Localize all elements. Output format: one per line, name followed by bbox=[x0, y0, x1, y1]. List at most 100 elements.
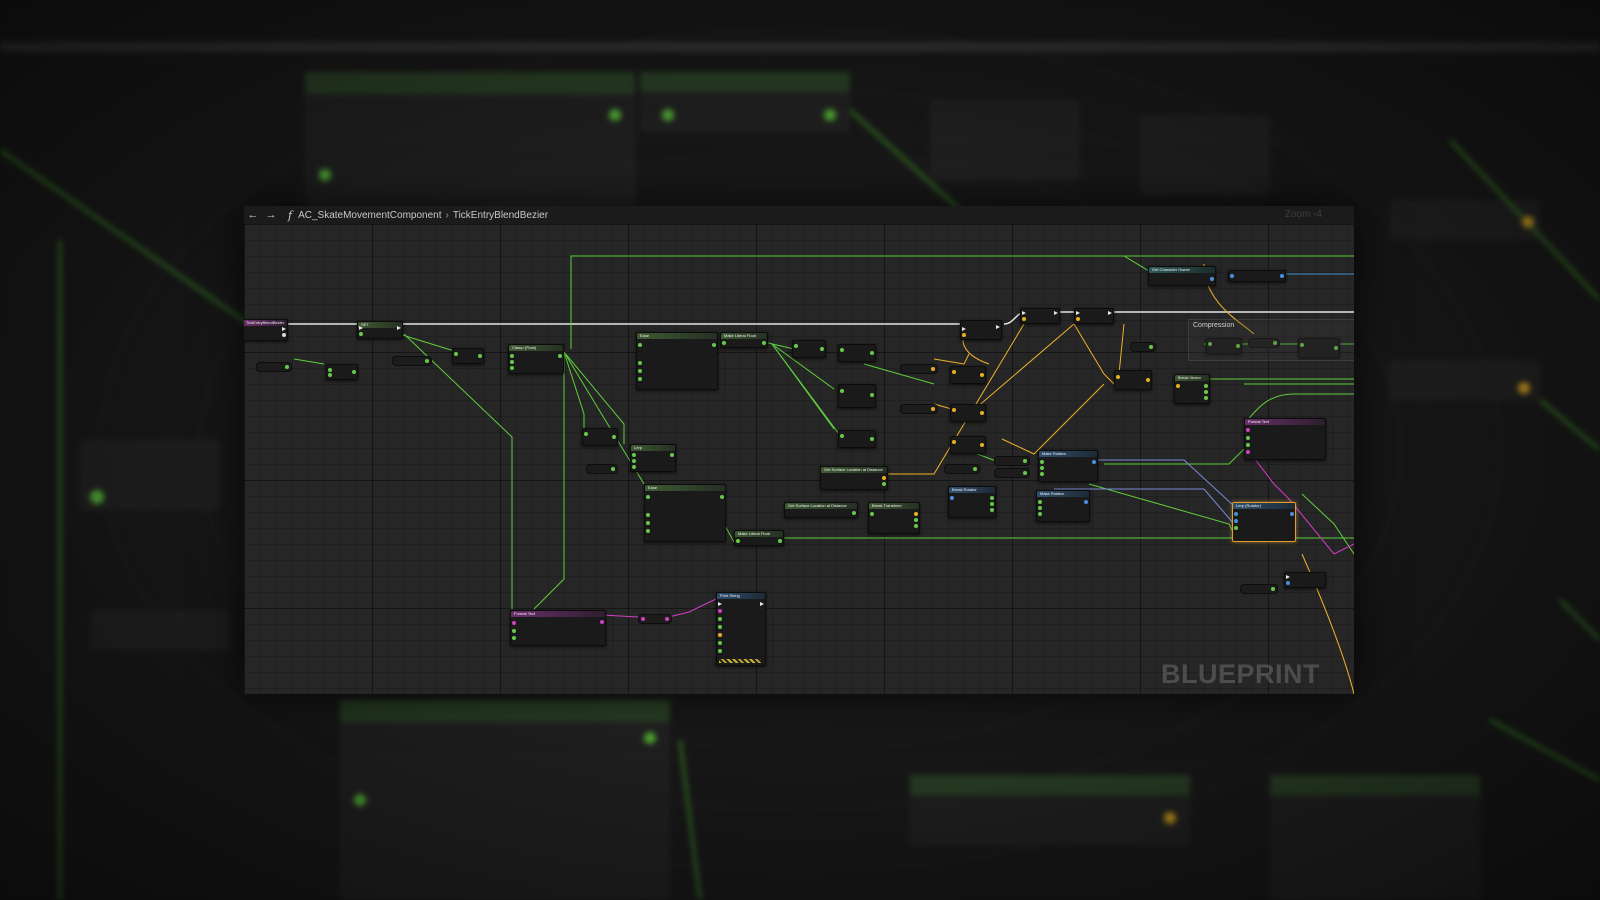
input-pin[interactable] bbox=[1286, 581, 1290, 585]
sequence-node[interactable] bbox=[960, 320, 1002, 340]
input-pin[interactable] bbox=[632, 465, 636, 469]
make-rotator-node[interactable]: Make Rotator bbox=[1036, 490, 1090, 522]
input-pin[interactable] bbox=[718, 633, 722, 637]
input-pin[interactable] bbox=[1040, 472, 1044, 476]
breadcrumb-component[interactable]: AC_SkateMovementComponent bbox=[298, 210, 441, 221]
exec-out-pin[interactable] bbox=[1054, 311, 1058, 315]
advanced-expander[interactable] bbox=[719, 659, 761, 663]
input-pin[interactable] bbox=[328, 373, 332, 377]
input-pin[interactable] bbox=[641, 617, 645, 621]
arrow-left-icon[interactable]: ← bbox=[244, 206, 262, 224]
input-pin[interactable] bbox=[1176, 384, 1180, 388]
input-pin[interactable] bbox=[1246, 428, 1250, 432]
exec-out-pin[interactable] bbox=[1108, 311, 1112, 315]
breadcrumb-function[interactable]: TickEntryBlendBezier bbox=[453, 210, 548, 221]
input-pin[interactable] bbox=[512, 636, 516, 640]
input-pin[interactable] bbox=[1230, 274, 1234, 278]
input-pin[interactable] bbox=[646, 513, 650, 517]
input-pin[interactable] bbox=[840, 348, 844, 352]
output-pin[interactable] bbox=[980, 411, 984, 415]
input-pin[interactable] bbox=[638, 361, 642, 365]
get-component-node[interactable]: Get Character Owner bbox=[1148, 266, 1216, 286]
data-out-pin[interactable] bbox=[282, 333, 286, 337]
output-pin[interactable] bbox=[870, 437, 874, 441]
ease-node[interactable]: Ease bbox=[644, 484, 726, 542]
output-pin[interactable] bbox=[720, 495, 724, 499]
exec-in-pin[interactable] bbox=[1076, 311, 1080, 315]
output-pin[interactable] bbox=[990, 502, 994, 506]
input-pin[interactable] bbox=[512, 621, 516, 625]
input-pin[interactable] bbox=[1246, 443, 1250, 447]
break-transform-node[interactable]: Break Transform bbox=[868, 502, 920, 534]
add-vector-node[interactable] bbox=[1114, 370, 1152, 390]
input-pin[interactable] bbox=[1040, 466, 1044, 470]
input-pin[interactable] bbox=[718, 641, 722, 645]
output-pin[interactable] bbox=[1204, 384, 1208, 388]
ease-node[interactable]: Ease bbox=[636, 332, 718, 390]
input-pin[interactable] bbox=[510, 354, 514, 358]
graph-canvas[interactable]: TickEntryBlendBezier SET Clamp (Float) E… bbox=[244, 224, 1354, 694]
input-pin[interactable] bbox=[454, 352, 458, 356]
pi-constant-node[interactable] bbox=[1130, 342, 1156, 352]
variable-getter-node[interactable] bbox=[994, 456, 1030, 466]
output-pin[interactable] bbox=[1280, 274, 1284, 278]
output-pin[interactable] bbox=[762, 341, 766, 345]
output-pin[interactable] bbox=[665, 617, 669, 621]
input-pin[interactable] bbox=[952, 370, 956, 374]
input-pin[interactable] bbox=[1246, 436, 1250, 440]
input-pin[interactable] bbox=[952, 408, 956, 412]
output-pin[interactable] bbox=[990, 508, 994, 512]
output-pin[interactable] bbox=[478, 354, 482, 358]
value-out-pin[interactable] bbox=[1271, 587, 1275, 591]
input-pin[interactable] bbox=[718, 617, 722, 621]
output-pin[interactable] bbox=[778, 539, 782, 543]
input-pin[interactable] bbox=[646, 529, 650, 533]
output-pin[interactable] bbox=[1210, 277, 1214, 281]
value-out-pin[interactable] bbox=[931, 407, 935, 411]
value-out-pin[interactable] bbox=[285, 365, 289, 369]
exec-out-pin[interactable] bbox=[760, 602, 764, 606]
exec-in-pin[interactable] bbox=[718, 602, 722, 606]
add-float-node[interactable] bbox=[838, 344, 876, 362]
exec-in-pin[interactable] bbox=[962, 327, 966, 331]
input-pin[interactable] bbox=[1116, 375, 1120, 379]
value-in-pin[interactable] bbox=[359, 332, 363, 336]
variable-getter-node[interactable] bbox=[256, 362, 292, 372]
input-pin[interactable] bbox=[510, 360, 514, 364]
input-pin[interactable] bbox=[1234, 519, 1238, 523]
input-pin[interactable] bbox=[1022, 317, 1026, 321]
output-pin[interactable] bbox=[712, 343, 716, 347]
output-pin[interactable] bbox=[600, 620, 604, 624]
input-pin[interactable] bbox=[638, 377, 642, 381]
input-pin[interactable] bbox=[718, 649, 722, 653]
input-pin[interactable] bbox=[512, 629, 516, 633]
output-pin[interactable] bbox=[990, 496, 994, 500]
value-out-pin[interactable] bbox=[1023, 471, 1027, 475]
input-pin[interactable] bbox=[962, 333, 966, 337]
arrow-right-icon[interactable]: → bbox=[262, 206, 280, 224]
function-entry-node[interactable]: TickEntryBlendBezier bbox=[244, 319, 288, 341]
value-out-pin[interactable] bbox=[1023, 459, 1027, 463]
output-pin[interactable] bbox=[882, 482, 886, 486]
get-surface-location-node[interactable]: Get Surface Location at Distance bbox=[820, 466, 888, 490]
input-pin[interactable] bbox=[794, 344, 798, 348]
input-pin[interactable] bbox=[1040, 460, 1044, 464]
variable-getter-node[interactable] bbox=[994, 468, 1030, 478]
output-pin[interactable] bbox=[980, 443, 984, 447]
output-pin[interactable] bbox=[852, 511, 856, 515]
lerp-rotator-node[interactable]: Lerp (Rotator) bbox=[1232, 502, 1296, 542]
variable-getter-node[interactable] bbox=[1240, 584, 1278, 594]
clamp-float-node[interactable]: Clamp (Float) bbox=[508, 344, 564, 374]
input-pin[interactable] bbox=[1038, 506, 1042, 510]
set-vector-node[interactable] bbox=[1074, 308, 1114, 324]
input-pin[interactable] bbox=[1038, 512, 1042, 516]
input-pin[interactable] bbox=[870, 512, 874, 516]
output-pin[interactable] bbox=[352, 370, 356, 374]
variable-getter-node[interactable] bbox=[900, 364, 938, 374]
variable-getter-node[interactable] bbox=[900, 404, 938, 414]
set-vector-node[interactable] bbox=[1020, 308, 1060, 324]
input-pin[interactable] bbox=[952, 440, 956, 444]
add-vector-node[interactable] bbox=[950, 436, 986, 454]
add-vector-node[interactable] bbox=[950, 404, 986, 422]
value-out-pin[interactable] bbox=[973, 467, 977, 471]
